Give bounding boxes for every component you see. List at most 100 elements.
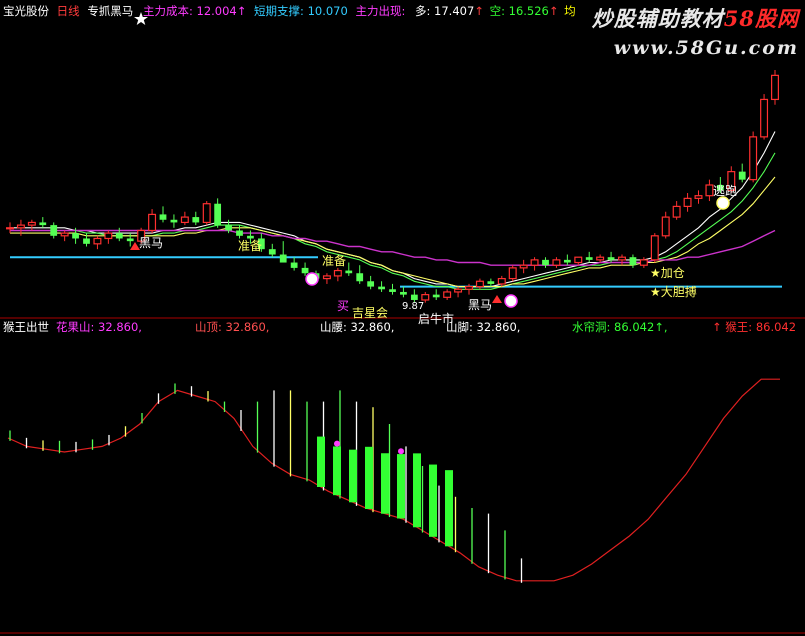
huaguoshan-column	[317, 436, 325, 487]
candle-body	[596, 256, 605, 261]
candle-body	[487, 281, 495, 284]
candle	[705, 179, 714, 202]
candle	[236, 225, 243, 239]
candle	[661, 211, 670, 239]
candle	[530, 257, 539, 271]
sub-metric-value: 32.860,	[476, 320, 521, 334]
candle	[432, 289, 440, 300]
candle	[650, 233, 659, 263]
candle	[192, 211, 200, 226]
sub-header: 猴王出世	[3, 320, 49, 334]
watermark-brand: 58股网	[723, 6, 799, 31]
candle	[50, 222, 58, 239]
candle	[126, 233, 134, 247]
sub-metric-value: 32.860,	[225, 320, 270, 334]
sub-metric-label: 花果山:	[56, 320, 95, 334]
metric-support-label: 短期支撑:	[254, 4, 304, 18]
huaguoshan-column	[381, 453, 389, 514]
annotation-heima-2: 黑马	[468, 298, 493, 312]
annotation-taopao: 逃跑	[713, 184, 738, 198]
indicator-name[interactable]: 专抓黑马	[87, 4, 133, 18]
candle-body	[738, 171, 746, 180]
huaguoshan-column	[445, 470, 453, 547]
candle-body	[279, 254, 287, 263]
annotation-jixing: 吉星会	[352, 306, 389, 320]
annotation-jiacang: ★加仓	[650, 266, 685, 280]
candle-body	[225, 225, 232, 231]
annotation-heima-1: 黑马	[139, 236, 164, 250]
candle	[104, 230, 113, 244]
candle-body	[574, 256, 583, 264]
metric-long-value: 17.407	[434, 4, 475, 18]
candle-body	[236, 230, 243, 236]
candle	[749, 131, 758, 183]
candle-body	[552, 259, 561, 266]
sub-metric-label: 山腰:	[320, 320, 347, 334]
candle	[115, 227, 123, 242]
candle-body	[530, 259, 539, 266]
candle-body	[705, 184, 714, 197]
main-header: 宝光股份 日线 专抓黑马 主力成本: 12.004↑ 短期支撑: 10.070 …	[3, 4, 576, 18]
stock-name: 宝光股份	[3, 4, 49, 18]
candle-body	[585, 257, 593, 260]
sub-metric-label: 山顶:	[195, 320, 222, 334]
candle	[683, 193, 692, 212]
candle	[148, 209, 157, 234]
candle	[618, 254, 626, 266]
candle	[519, 259, 528, 274]
up-arrow-icon: ↑,	[654, 320, 668, 334]
candle	[93, 235, 102, 250]
candle	[27, 219, 36, 231]
candle	[39, 217, 47, 228]
period-label[interactable]: 日线	[57, 4, 80, 18]
houwang-line	[7, 378, 780, 582]
sub-indicator-name[interactable]: 猴王出世	[3, 320, 49, 334]
metric-main-appear-label: 主力出现:	[355, 4, 406, 18]
candle-body	[389, 289, 396, 292]
candle	[6, 222, 14, 234]
sub-panel	[7, 378, 780, 583]
candle-body	[519, 264, 528, 269]
candle-body	[16, 224, 25, 229]
candle	[202, 201, 211, 226]
candle	[301, 262, 309, 276]
candle	[487, 278, 495, 287]
sub-metric-value: 32.860,	[98, 320, 142, 334]
candle-body	[508, 267, 517, 280]
candle-body	[104, 232, 113, 240]
candle-body	[749, 136, 758, 181]
candle	[596, 254, 605, 263]
metric-avg-label: 均	[564, 4, 576, 18]
candle-body	[83, 238, 90, 244]
candle-body	[192, 217, 200, 223]
candle-body	[542, 259, 549, 266]
huaguoshan-column	[333, 446, 341, 496]
candle	[542, 257, 549, 268]
sub-metric-shanjiao: 山脚: 32.860,	[446, 320, 520, 334]
candle	[214, 198, 222, 228]
watermark-title: 炒股辅助教材	[591, 6, 724, 31]
annotation-mai: 买	[337, 299, 350, 313]
candle-body	[115, 233, 123, 239]
candle	[268, 243, 276, 258]
sub-metric-shanyao: 山腰: 32.860,	[320, 320, 394, 334]
candle-body	[50, 225, 58, 236]
candle-body	[333, 269, 342, 277]
candle-body	[148, 213, 157, 232]
candle-body	[290, 262, 298, 268]
candle-body	[39, 222, 47, 226]
candle-body	[400, 291, 407, 295]
candle-body	[378, 286, 385, 290]
metric-short-label: 空:	[489, 4, 505, 18]
candle-body	[356, 273, 364, 282]
candle-body	[345, 270, 353, 274]
candle-body	[618, 256, 626, 261]
candle	[771, 70, 779, 105]
candle	[475, 278, 484, 290]
candle	[738, 163, 746, 183]
candle	[672, 201, 681, 220]
smiley-icon	[716, 196, 730, 210]
candle-body	[214, 203, 222, 226]
up-arrow-icon: ↑	[474, 4, 484, 18]
huaguoshan-column	[413, 453, 421, 528]
